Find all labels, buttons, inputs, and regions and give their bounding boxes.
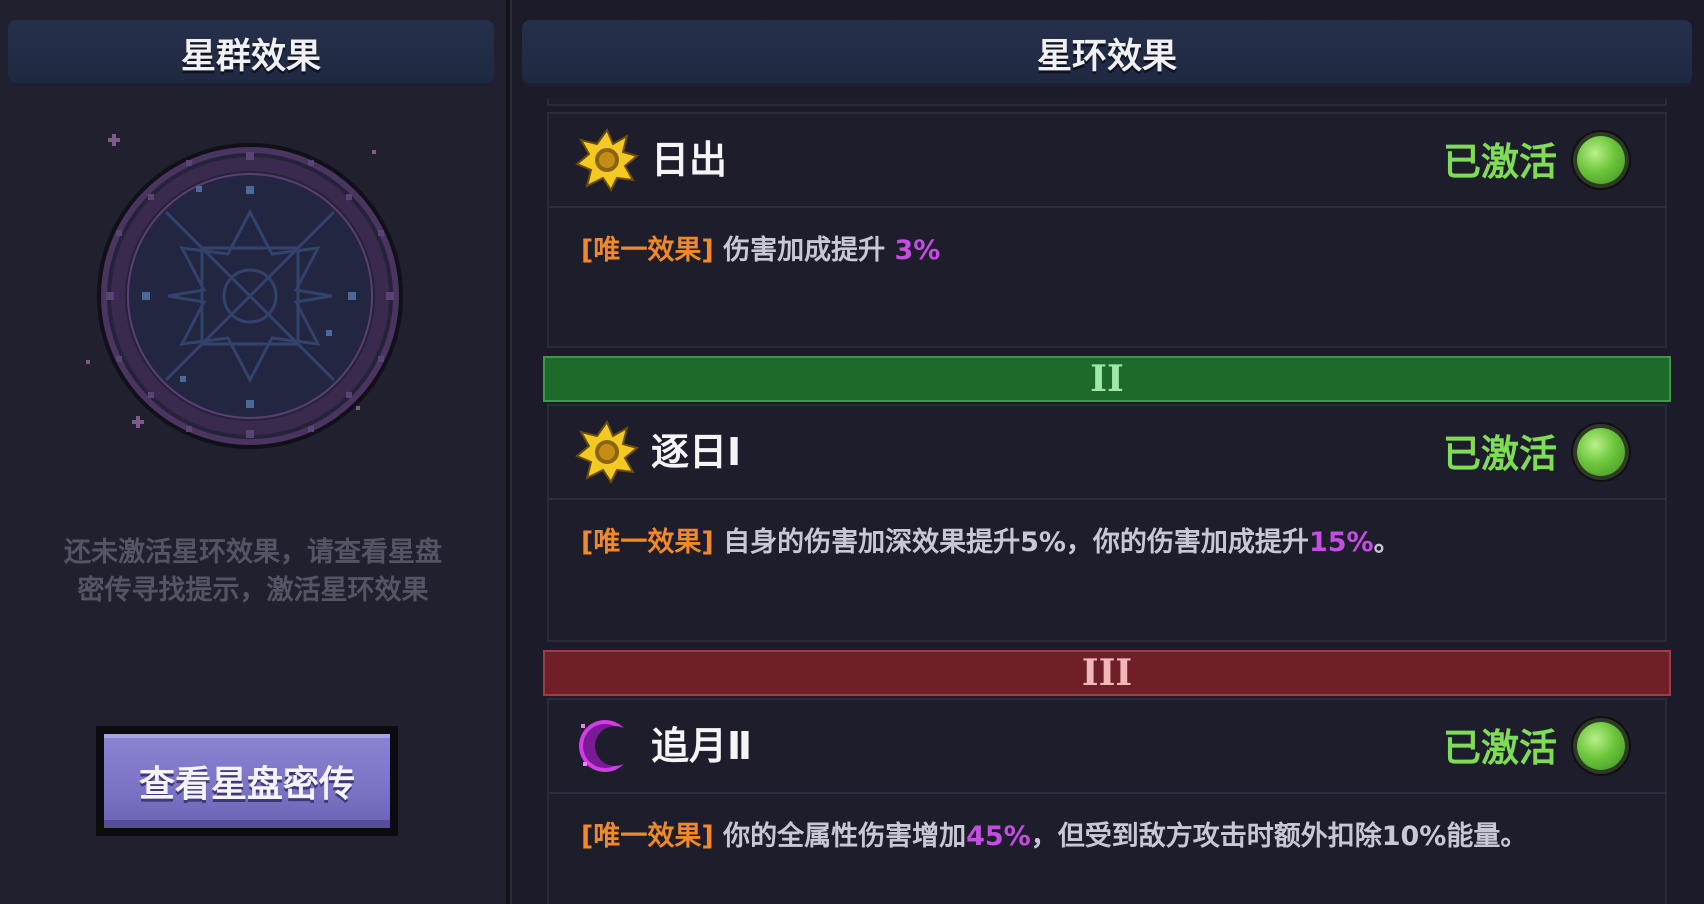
unique-effect-tag: [唯一效果] bbox=[581, 527, 714, 558]
tier-ii-bar: II bbox=[543, 356, 1671, 402]
hint-line-2: 密传寻找提示，激活星环效果 bbox=[77, 575, 429, 606]
unique-effect-tag: [唯一效果] bbox=[581, 821, 714, 852]
effect-title: 逐日Ⅰ bbox=[651, 430, 742, 474]
sun-icon bbox=[575, 420, 639, 484]
crescent-moon-icon bbox=[579, 720, 635, 772]
effect-value: 45% bbox=[966, 821, 1031, 852]
constellation-panel: 星群效果 还未激活星环效果，请查看星盘 密传寻找提示，激活星环效果 查看星盘密传 bbox=[0, 0, 506, 904]
star-effects-screen: 星群效果 还未激活星环效果，请查看星盘 密传寻找提示，激活星环效果 查看星盘密传… bbox=[0, 0, 1704, 904]
star-ring-effect-header: 星环效果 bbox=[522, 20, 1692, 86]
star-disk-sigil-icon bbox=[86, 134, 403, 449]
green-orb-icon bbox=[1577, 136, 1625, 184]
tier-iii-bar: III bbox=[543, 650, 1671, 696]
effect-title: 日出 bbox=[651, 138, 728, 182]
hint-line-1: 还未激活星环效果，请查看星盘 bbox=[64, 537, 442, 568]
green-orb-icon bbox=[1577, 722, 1625, 770]
effect-text-end: ，但受到敌方攻击时额外扣除10%能量。 bbox=[1030, 821, 1528, 852]
effect-card-header: 追月Ⅱ 已激活 bbox=[549, 700, 1665, 794]
effect-text-end: 。 bbox=[1373, 527, 1401, 558]
effect-card-chasing-sun: 逐日Ⅰ 已激活 [唯一效果] 自身的伤害加深效果提升5%，你的伤害加成提升15%… bbox=[547, 404, 1667, 642]
constellation-effect-header: 星群效果 bbox=[8, 20, 494, 86]
effect-card-sunrise: 日出 已激活 [唯一效果] 伤害加成提升 3% bbox=[547, 112, 1667, 348]
previous-card-edge bbox=[547, 98, 1667, 106]
green-orb-icon bbox=[1577, 428, 1625, 476]
effect-text: 伤害加成提升 bbox=[713, 235, 895, 266]
effect-description: [唯一效果] 你的全属性伤害增加45%，但受到敌方攻击时额外扣除10%能量。 bbox=[581, 814, 1527, 853]
effect-card-header: 逐日Ⅰ 已激活 bbox=[549, 406, 1665, 500]
unique-effect-tag: [唯一效果] bbox=[581, 235, 714, 266]
effect-title: 追月Ⅱ bbox=[651, 724, 753, 768]
no-ring-effect-hint: 还未激活星环效果，请查看星盘 密传寻找提示，激活星环效果 bbox=[10, 534, 496, 610]
activated-status: 已激活 bbox=[1442, 726, 1557, 770]
effect-description: [唯一效果] 自身的伤害加深效果提升5%，你的伤害加成提升15%。 bbox=[581, 520, 1401, 559]
activated-status: 已激活 bbox=[1442, 140, 1557, 184]
effect-card-header: 日出 已激活 bbox=[549, 114, 1665, 208]
panel-divider bbox=[506, 0, 512, 904]
view-star-disk-secrets-button[interactable]: 查看星盘密传 bbox=[104, 734, 390, 828]
sun-icon bbox=[575, 128, 639, 192]
effect-text: 自身的伤害加深效果提升5%，你的伤害加成提升 bbox=[713, 527, 1309, 558]
effect-card-chasing-moon: 追月Ⅱ 已激活 [唯一效果] 你的全属性伤害增加45%，但受到敌方攻击时额外扣除… bbox=[547, 698, 1667, 904]
effect-value: 15% bbox=[1308, 527, 1374, 558]
activated-status: 已激活 bbox=[1442, 432, 1557, 476]
effect-text: 你的全属性伤害增加 bbox=[713, 821, 967, 852]
effect-value: 3% bbox=[894, 235, 941, 266]
effect-description: [唯一效果] 伤害加成提升 3% bbox=[581, 228, 940, 267]
